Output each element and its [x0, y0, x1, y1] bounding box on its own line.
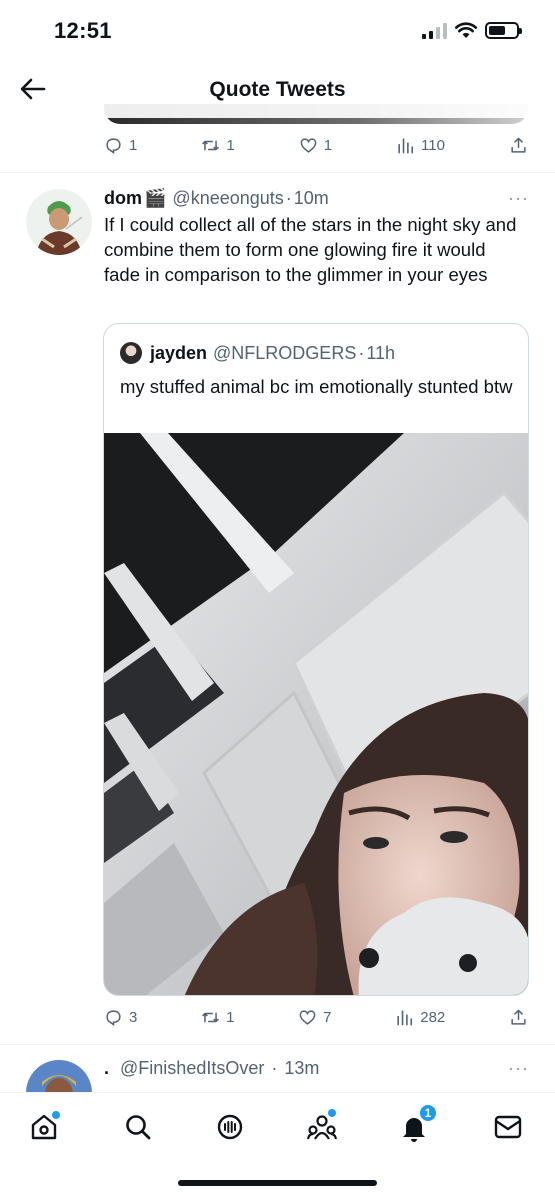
notification-badge: 1	[418, 1103, 438, 1123]
retweet-count: 1	[226, 1008, 235, 1026]
handle[interactable]: @FinishedItsOver	[120, 1058, 264, 1078]
reply-button[interactable]: 1	[104, 136, 137, 155]
home-indicator	[178, 1180, 377, 1186]
reply-count: 3	[129, 1008, 138, 1026]
share-icon	[511, 1009, 526, 1025]
quoted-handle: @NFLRODGERS	[213, 342, 357, 363]
retweet-button[interactable]: 1	[201, 136, 235, 155]
tweet-text: If I could collect all of the stars in t…	[104, 214, 517, 285]
cellular-signal-icon	[422, 22, 447, 39]
nav-communities[interactable]	[302, 1107, 342, 1147]
battery-icon	[485, 22, 522, 39]
timestamp[interactable]: 13m	[284, 1058, 319, 1078]
header: Quote Tweets	[0, 62, 555, 118]
status-bar: 12:51	[0, 0, 555, 62]
retweet-icon	[202, 140, 220, 150]
more-options-button[interactable]: ···	[508, 1058, 529, 1079]
wifi-icon	[455, 22, 477, 38]
avatar[interactable]	[26, 189, 92, 255]
search-icon	[126, 1115, 151, 1140]
views-button[interactable]: 110	[396, 136, 445, 155]
view-count: 110	[421, 136, 445, 154]
spaces-icon	[217, 1114, 243, 1140]
quoted-tweet[interactable]: jayden @NFLRODGERS · 11h my stuffed anim…	[103, 323, 529, 996]
separator: ·	[358, 342, 365, 363]
retweet-count: 1	[226, 136, 235, 154]
reply-icon	[106, 1009, 121, 1026]
retweet-icon	[202, 1012, 220, 1022]
quoted-display-name: jayden	[150, 342, 208, 363]
quoted-tweet-header: jayden @NFLRODGERS · 11h	[120, 342, 395, 364]
nav-notifications[interactable]: 1	[394, 1103, 438, 1147]
separator: ·	[271, 1058, 278, 1078]
heart-icon	[300, 137, 317, 153]
display-name[interactable]: dom	[104, 188, 142, 209]
retweet-button[interactable]: 1	[201, 1008, 234, 1027]
quoted-tweet-text: my stuffed animal bc im emotionally stun…	[120, 376, 513, 397]
quoted-timestamp: 11h	[366, 342, 396, 363]
quoted-tweet-photo[interactable]	[104, 433, 528, 995]
like-count: 1	[323, 136, 333, 154]
like-button[interactable]: 1	[299, 136, 332, 155]
like-count: 7	[323, 1008, 332, 1026]
share-button[interactable]	[509, 136, 528, 155]
reply-button[interactable]: 3	[104, 1008, 137, 1027]
unread-dot	[52, 1111, 60, 1119]
views-button[interactable]: 282	[395, 1008, 445, 1027]
divider	[0, 172, 555, 173]
next-tweet-header: . @FinishedItsOver · 13m	[104, 1058, 319, 1079]
more-options-button[interactable]: ···	[508, 188, 529, 209]
status-time: 12:51	[54, 18, 112, 43]
view-count: 282	[420, 1008, 446, 1026]
quoted-avatar	[120, 342, 142, 364]
unread-dot	[328, 1109, 336, 1117]
display-name[interactable]: .	[104, 1058, 109, 1078]
tweet-action-bar: 3 1 7 282	[104, 1003, 528, 1031]
handle[interactable]: @kneeonguts	[172, 188, 283, 209]
heart-icon	[299, 1009, 316, 1025]
divider	[0, 1044, 555, 1045]
status-icons	[422, 22, 522, 39]
like-button[interactable]: 7	[298, 1008, 332, 1027]
nav-spaces[interactable]	[210, 1107, 250, 1147]
views-icon	[397, 1009, 413, 1025]
prev-tweet-action-bar: 1 1 1 110	[104, 131, 528, 159]
timestamp[interactable]: 10m	[294, 188, 329, 209]
views-icon	[398, 137, 414, 153]
nav-search[interactable]	[118, 1107, 158, 1147]
separator: ·	[285, 188, 292, 208]
nav-home[interactable]	[24, 1107, 64, 1147]
messages-icon	[494, 1115, 522, 1139]
share-icon	[511, 137, 526, 153]
share-button[interactable]	[509, 1008, 528, 1027]
reply-icon	[106, 137, 121, 154]
reply-count: 1	[129, 136, 138, 154]
clapper-emoji-icon: 🎬	[144, 188, 167, 208]
page-title: Quote Tweets	[209, 78, 346, 101]
tweet-header: dom 🎬 @kneeonguts · 10m	[104, 188, 528, 209]
nav-messages[interactable]	[488, 1107, 528, 1147]
